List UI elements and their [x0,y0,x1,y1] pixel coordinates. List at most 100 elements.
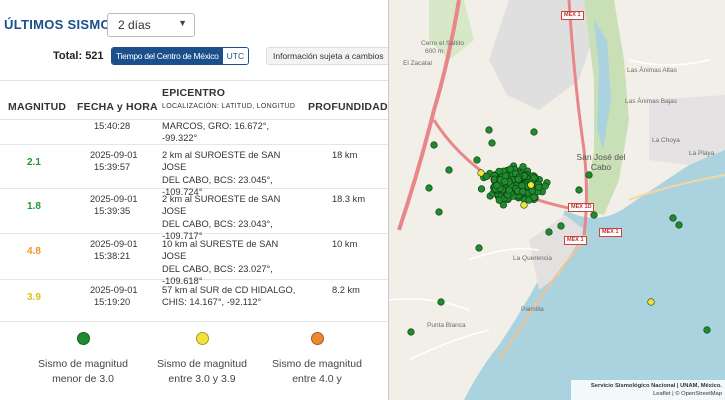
table-row[interactable]: 3.9 2025-09-01 15:19:20 57 km al SUR de CD … [0,280,388,322]
map-label-elevation: 600 m [425,48,444,55]
earthquake-marker[interactable] [477,185,486,193]
datetime-value: 2025-09-01 15:38:21 [90,238,138,263]
epicenter-line: DEL CABO, BCS: 23.027°, [162,263,273,274]
table-row[interactable]: 1.8 2025-09-01 15:39:35 2 km al SUROESTE de… [0,189,388,241]
time-value: 15:39:57 [94,162,131,173]
magnitude-value: 4.8 [27,246,41,257]
total-value: 521 [85,50,104,62]
earthquake-marker[interactable] [501,177,509,186]
earthquake-marker[interactable] [519,163,527,171]
earthquake-marker[interactable] [545,228,553,236]
earthquake-marker[interactable] [530,128,538,136]
attribution-line-2[interactable]: Leaflet | © OpenStreetMap [574,390,722,398]
earthquake-marker[interactable] [535,183,543,191]
legend-dot-icon [76,332,90,345]
earthquake-marker[interactable] [669,214,677,222]
earthquake-marker[interactable] [506,165,514,173]
magnitude-value: 3.9 [27,292,41,303]
time-value: 15:19:20 [94,297,131,308]
legend-text: Sismo de magnitud [272,358,362,370]
earthquake-marker[interactable] [519,188,527,196]
earthquake-marker[interactable] [495,196,503,204]
table-header: MAGNITUD FECHA y HORA EPICENTRO LOCALIZA… [0,80,388,120]
info-note-toggle[interactable]: Información sujeta a cambios [266,47,388,65]
earthquake-marker[interactable] [485,126,493,134]
earthquake-marker[interactable] [530,193,538,201]
datetime-value: 2025-09-01 15:19:20 [90,284,138,309]
earthquake-marker[interactable] [437,298,445,306]
legend-dot-icon [310,332,324,345]
earthquake-marker[interactable] [675,221,683,229]
chevron-down-icon: ▼ [178,18,187,28]
depth-value: 18.3 km [332,194,366,204]
earthquake-marker[interactable] [445,166,453,174]
earthquake-marker[interactable] [475,244,483,252]
table-row[interactable]: 2.1 2025-09-01 15:39:57 2 km al SUROESTE de… [0,145,388,197]
legend-text: entre 4.0 y [292,372,342,385]
earthquake-list-panel: ÚLTIMOS SISMOS. 2 días ▼ Total: 521 Tiem… [0,0,388,400]
map-label-la-querencia: La Querencia [513,255,553,262]
road-minor-4 [628,59,710,66]
table-row[interactable]: 15:40:28 MARCOS, GRO: 16.672°, -99.322° [0,120,388,145]
legend-item: Sismo de magnitud entre 3.0 y 3.9 [147,332,257,386]
header-datetime[interactable]: FECHA y HORA [77,101,158,113]
epicenter-line: 10 km al SURESTE de SAN JOSE [162,239,279,262]
toggle-utc[interactable]: UTC [222,48,249,64]
earthquake-marker[interactable] [430,141,438,149]
date-range-select[interactable]: 2 días ▼ [107,13,195,37]
road-minor-1 [389,298,470,311]
date-value: 2025-09-01 [90,239,138,249]
epicenter-line: 2 km al SUROESTE de SAN JOSE [162,150,281,173]
earthquake-marker[interactable] [541,182,549,190]
time-zone-toggle[interactable]: Tiempo del Centro de México UTC [111,47,250,65]
header-epicenter[interactable]: EPICENTRO [162,87,225,99]
legend-item: Sismo de magnitud entre 4.0 y [262,332,372,386]
map-label-palmilla: Palmilla [521,306,544,313]
map-label-punta-blanca: Punta Blanca [427,322,466,329]
datetime-value: 2025-09-01 15:39:35 [90,193,138,218]
earthquake-marker[interactable] [477,169,485,177]
time-value: 15:39:35 [94,206,131,217]
earthquake-marker[interactable] [425,184,433,192]
earthquake-marker[interactable] [557,222,565,230]
table-row[interactable]: 4.8 2025-09-01 15:38:21 10 km al SURESTE de… [0,234,388,286]
earthquake-marker[interactable] [585,171,593,179]
earthquake-marker[interactable] [647,298,655,306]
legend-text: entre 3.0 y 3.9 [168,372,236,385]
toggle-central-time[interactable]: Tiempo del Centro de México [112,48,223,64]
epicenter-value: MARCOS, GRO: 16.672°, -99.322° [162,120,302,145]
earthquake-marker[interactable] [514,175,522,183]
earthquake-marker[interactable] [530,174,538,182]
earthquake-marker[interactable] [435,208,443,216]
earthquake-marker[interactable] [527,181,535,189]
earthquake-marker[interactable] [495,167,503,175]
map-label-animas-altas: Las Ánimas Altas [627,67,677,74]
map-label-cerro: Cerro el Saltito [421,40,464,47]
depth-value: 18 km [332,150,358,160]
earthquake-marker[interactable] [473,156,481,164]
map-label-el-zacatal: El Zacatal [403,60,432,67]
header-depth[interactable]: PROFUNDIDAD [308,101,388,113]
date-value: 2025-09-01 [90,285,138,295]
earthquake-marker[interactable] [575,186,583,194]
total-count: Total: 521 [53,50,104,62]
time-value: 15:38:21 [94,251,131,262]
earthquake-map[interactable]: Cerro el Saltito 600 m Las Ánimas Altas … [389,0,725,400]
earthquake-marker[interactable] [505,186,513,194]
earthquake-marker[interactable] [488,139,496,147]
header-epicenter-subtitle: LOCALIZACIÓN: LATITUD, LONGITUD [162,103,296,110]
page-title: ÚLTIMOS SISMOS. [4,17,124,32]
epicenter-line: 57 km al SUR de CD HIDALGO, [162,285,296,295]
datetime-value: 2025-09-01 15:39:57 [90,149,138,174]
road-shield: MEX 1 [564,236,587,245]
time-value: 15:40:28 [94,121,131,131]
map-canvas[interactable] [389,0,725,400]
map-label-la-playa: La Playa [689,150,715,157]
earthquake-marker[interactable] [590,211,598,219]
earthquake-marker[interactable] [520,201,528,209]
header-magnitude[interactable]: MAGNITUD [8,101,66,113]
earthquake-marker[interactable] [703,326,711,334]
earthquake-marker[interactable] [407,328,415,336]
earthquake-marker[interactable] [493,181,501,189]
map-label-san-jose-del-cabo: San José del Cabo [576,152,626,172]
